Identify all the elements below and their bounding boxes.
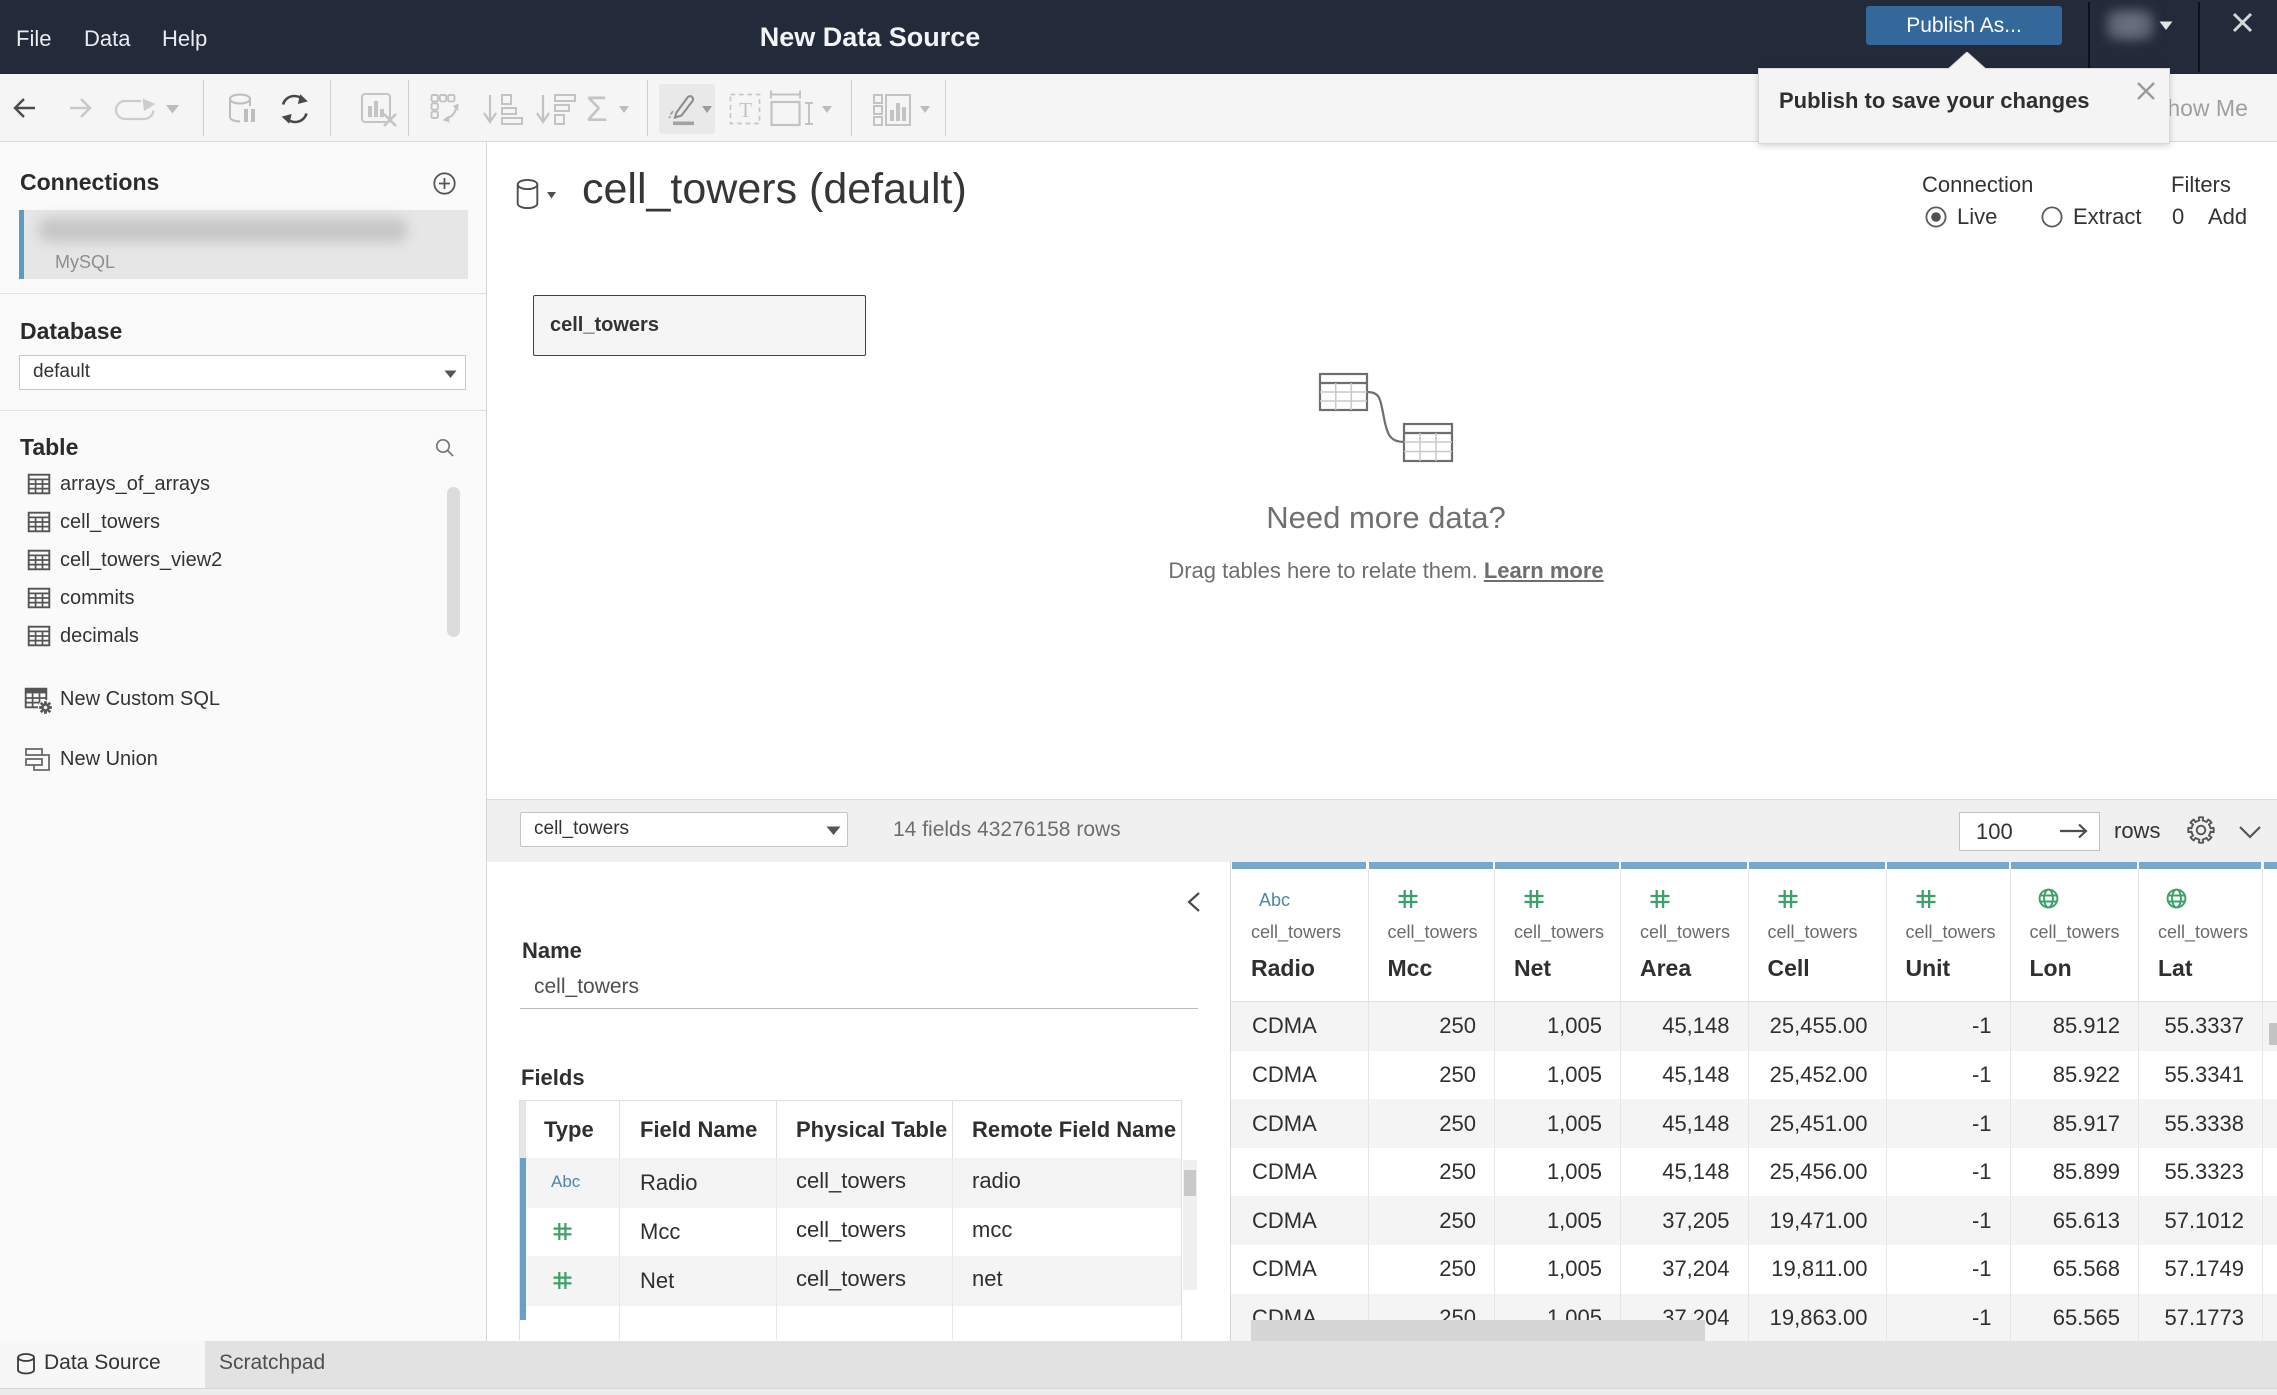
svg-text:T: T <box>739 98 752 122</box>
